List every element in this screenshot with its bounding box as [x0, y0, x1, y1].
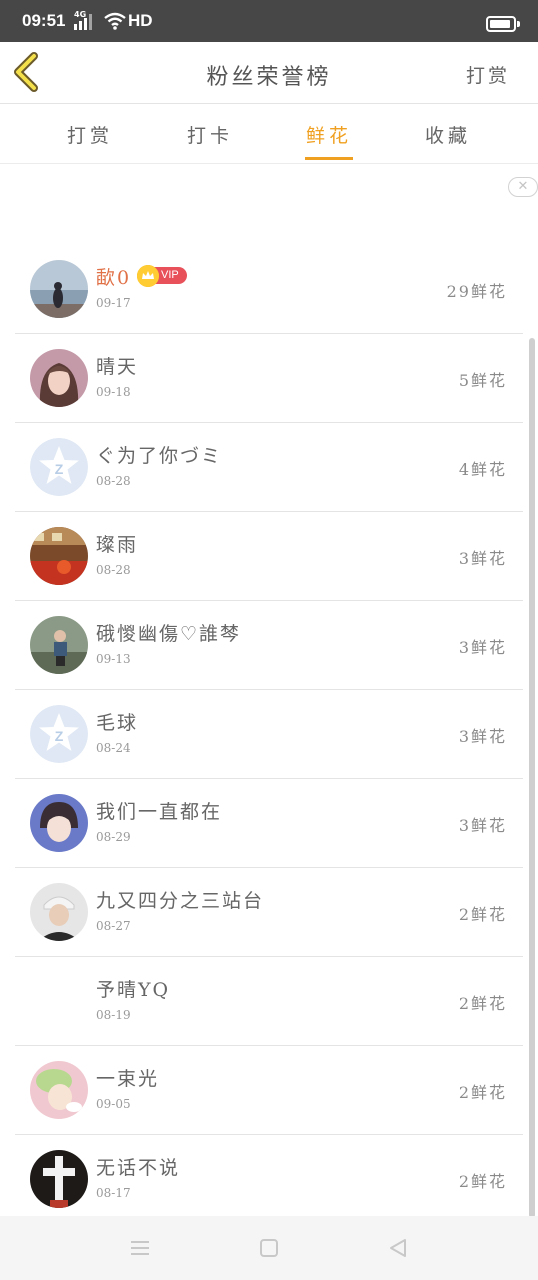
- wifi-icon: [104, 12, 126, 30]
- date: 09-17: [96, 296, 131, 310]
- list-item[interactable]: 晴天 09-18 5鲜花: [15, 334, 523, 423]
- list-item[interactable]: 九又四分之三站台 08-27 2鲜花: [15, 868, 523, 957]
- avatar: [30, 1061, 88, 1119]
- date: 08-24: [96, 741, 131, 755]
- date: 08-28: [96, 563, 131, 577]
- svg-text:Z: Z: [55, 461, 64, 477]
- tab-reward[interactable]: 打赏: [50, 121, 130, 148]
- tab-checkin[interactable]: 打卡: [170, 121, 250, 148]
- fan-name: 一束光: [96, 1068, 160, 1090]
- list-item[interactable]: 一束光 09-05 2鲜花: [15, 1046, 523, 1135]
- menu-icon[interactable]: [128, 1236, 152, 1260]
- signal-icon: 4G: [74, 10, 96, 30]
- status-time: 09:51: [22, 11, 66, 30]
- date: 09-05: [96, 1097, 131, 1111]
- list-item[interactable]: 无话不说 08-17 2鲜花: [15, 1135, 523, 1224]
- tab-favorites[interactable]: 收藏: [408, 121, 488, 148]
- avatar: [30, 883, 88, 941]
- avatar: [30, 527, 88, 585]
- tab-indicator: [305, 157, 353, 160]
- list-item[interactable]: 歃0 VIP 09-17 29鲜花: [15, 245, 523, 334]
- date: 08-27: [96, 919, 131, 933]
- avatar: [30, 1150, 88, 1208]
- date: 08-17: [96, 1186, 131, 1200]
- fan-name: 硪惾幽傷♡誰棽: [96, 623, 242, 645]
- flower-count: 2鲜花: [458, 1083, 507, 1102]
- list-item[interactable]: 我们一直都在 08-29 3鲜花: [15, 779, 523, 868]
- avatar: [30, 349, 88, 407]
- flower-count: 3鲜花: [458, 549, 507, 568]
- list-item[interactable]: 硪惾幽傷♡誰棽 09-13 3鲜花: [15, 601, 523, 690]
- svg-text:Z: Z: [55, 728, 64, 744]
- ranking-list: 歃0 VIP 09-17 29鲜花 晴天 09-18 5鲜花 Z ぐ为了你づミ …: [0, 245, 538, 1224]
- date: 09-13: [96, 652, 131, 666]
- battery-icon: [486, 16, 520, 32]
- flower-count: 2鲜花: [458, 994, 507, 1013]
- flower-count: 5鲜花: [458, 371, 507, 390]
- fan-name: ぐ为了你づミ: [96, 445, 223, 467]
- date: 09-18: [96, 385, 131, 399]
- fan-name: 九又四分之三站台: [96, 890, 265, 912]
- flower-count: 4鲜花: [458, 460, 507, 479]
- list-item[interactable]: 予晴YQ 08-19 2鲜花: [15, 957, 523, 1046]
- reward-action-button[interactable]: 打赏: [466, 61, 510, 88]
- flower-count: 3鲜花: [458, 816, 507, 835]
- date: 08-29: [96, 830, 131, 844]
- date: 08-28: [96, 474, 131, 488]
- back-triangle-icon[interactable]: [386, 1236, 410, 1260]
- fan-name: 璨雨: [96, 534, 139, 556]
- avatar: Z: [30, 438, 88, 496]
- status-bar: 09:51 4G HD: [0, 0, 538, 42]
- tab-flowers[interactable]: 鲜花: [289, 121, 369, 148]
- close-button[interactable]: ✕: [508, 177, 538, 197]
- list-item[interactable]: Z 毛球 08-24 3鲜花: [15, 690, 523, 779]
- hd-indicator: HD: [128, 11, 153, 30]
- header: 粉丝荣誉榜 打赏: [0, 42, 538, 104]
- flower-count: 2鲜花: [458, 1172, 507, 1191]
- system-nav-bar: [0, 1216, 538, 1280]
- fan-name: 歃0: [96, 267, 132, 289]
- tab-bar: 打赏 打卡 鲜花 收藏: [0, 105, 538, 164]
- fan-name: 晴天: [96, 356, 139, 378]
- avatar: [30, 794, 88, 852]
- avatar: [30, 616, 88, 674]
- flower-count: 3鲜花: [458, 638, 507, 657]
- avatar: Z: [30, 705, 88, 763]
- fan-name: 予晴YQ: [96, 979, 171, 1001]
- flower-count: 3鲜花: [458, 727, 507, 746]
- fan-name: 无话不说: [96, 1157, 181, 1179]
- list-item[interactable]: 璨雨 08-28 3鲜花: [15, 512, 523, 601]
- date: 08-19: [96, 1008, 131, 1022]
- page-title: 粉丝荣誉榜: [206, 65, 332, 90]
- scrollbar[interactable]: [529, 338, 535, 1218]
- flower-count: 29鲜花: [446, 282, 507, 301]
- fan-name: 毛球: [96, 712, 139, 734]
- home-square-icon[interactable]: [257, 1236, 281, 1260]
- fan-name: 我们一直都在: [96, 801, 223, 823]
- crown-icon: [137, 265, 159, 287]
- avatar: [30, 260, 88, 318]
- flower-count: 2鲜花: [458, 905, 507, 924]
- list-item[interactable]: Z ぐ为了你づミ 08-28 4鲜花: [15, 423, 523, 512]
